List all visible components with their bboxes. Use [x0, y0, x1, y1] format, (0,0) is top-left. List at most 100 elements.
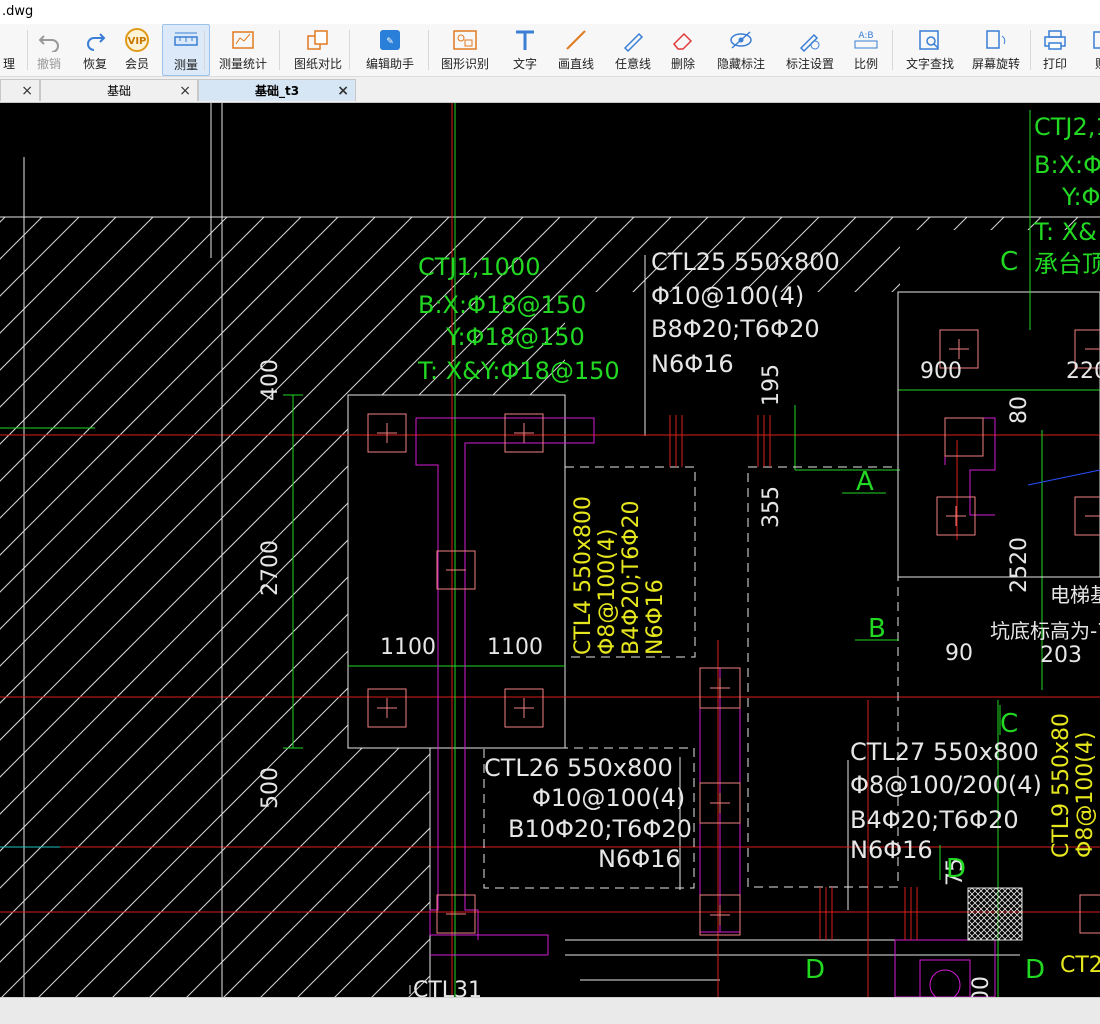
- toolbar-button-label: 画直线: [557, 57, 594, 71]
- toolbar-button-label: 打印: [1042, 57, 1067, 71]
- hatch-line: [0, 217, 197, 997]
- grid-marker-d-right: D: [1025, 955, 1045, 985]
- close-icon[interactable]: ×: [179, 80, 191, 102]
- cad-drawing[interactable]: 400 2700 500 1100 1100 195 355 900 220 8…: [0, 103, 1100, 997]
- elevator-line2: 坑底标高为-7.2: [990, 619, 1100, 643]
- toolbar-button-label: 测量统计: [218, 57, 267, 71]
- hatch-line: [0, 217, 900, 997]
- document-tab-bar: × 基础 × 基础_t3 ×: [0, 77, 1100, 103]
- compare-icon: [303, 26, 333, 54]
- shape-recognition-icon: [450, 26, 480, 54]
- ctj2-line4: T: X&: [1033, 218, 1097, 246]
- main-toolbar: 理 撤销 恢复 VIP 会员 测量 测量统计 图纸对比 ✎ 编辑助手 图形识别 文字 画直线 任意线 删除 隐…: [0, 24, 1100, 77]
- toolbar-button-shape-recognition[interactable]: 图形识别: [435, 24, 495, 74]
- account-icon: [1086, 26, 1100, 54]
- dim-900: 900: [920, 359, 962, 384]
- ctj1-line1: CTJ1,1000: [418, 253, 540, 281]
- svg-text:A:B: A:B: [858, 31, 873, 41]
- close-icon[interactable]: ×: [21, 80, 33, 102]
- annotation-ctl26: CTL26 550x800 Φ10@100(4) B10Φ20;T6Φ20 N6…: [484, 754, 692, 873]
- toolbar-button-compare[interactable]: 图纸对比: [285, 24, 351, 74]
- tab-label: 基础: [106, 84, 131, 98]
- grid-marker-b: B: [868, 614, 886, 644]
- toolbar-button-eraser[interactable]: 删除: [664, 24, 702, 74]
- toolbar-button-redo[interactable]: 恢复: [78, 24, 112, 74]
- annotation-settings-icon: [795, 26, 825, 54]
- dim-00: 00: [969, 976, 994, 997]
- grid-marker-a: A: [856, 467, 874, 497]
- toolbar-button-label: 标注设置: [785, 57, 834, 71]
- toolbar-button-hide-annotation[interactable]: 隐藏标注: [710, 24, 772, 74]
- ctl25-line2: Φ10@100(4): [651, 282, 804, 310]
- ctj1-line3: Y:Φ18@150: [445, 323, 585, 351]
- tab-unnamed[interactable]: ×: [0, 79, 40, 101]
- ctl25-line1: CTL25 550x800: [651, 248, 840, 276]
- annotation-ctj2: CTJ2,1 B:X:Φ Y:Φ T: X& 承台顶标: [1033, 113, 1100, 278]
- ctl4-line2: Φ8@100(4): [595, 529, 620, 655]
- toolbar-button-label: 删除: [670, 57, 695, 71]
- ctl26-line3: B10Φ20;T6Φ20: [508, 815, 692, 843]
- toolbar-button-label: 恢复: [82, 57, 107, 71]
- toolbar-button-rotate-screen[interactable]: 屏幕旋转: [968, 24, 1024, 74]
- toolbar-button-scale[interactable]: A:B 比例: [848, 24, 884, 74]
- close-icon[interactable]: ×: [337, 80, 349, 102]
- measure-stats-icon: [228, 26, 258, 54]
- ctj2-line3: Y:Φ: [1061, 183, 1100, 211]
- toolbar-button-vip[interactable]: VIP 会员: [118, 24, 156, 74]
- hatch-line: [0, 217, 567, 997]
- toolbar-button-text[interactable]: 文字: [505, 24, 545, 74]
- hatched-pile: [967, 887, 1023, 941]
- ct2-label: CT2: [1060, 953, 1100, 978]
- dim-355: 355: [759, 486, 784, 528]
- toolbar-button-measure-stats[interactable]: 测量统计: [210, 24, 276, 74]
- rotate-screen-icon: [981, 26, 1011, 54]
- ctl31-label: CTL31: [413, 978, 482, 997]
- annotation-ctj1: CTJ1,1000 B:X:Φ18@150 Y:Φ18@150 T: X&Y:Φ…: [417, 253, 620, 385]
- toolbar-button-freehand[interactable]: 任意线: [608, 24, 658, 74]
- scale-icon: A:B: [851, 26, 881, 54]
- red-axis-lines: [0, 103, 1100, 997]
- toolbar-button-edit-assistant[interactable]: ✎ 编辑助手: [357, 24, 423, 74]
- toolbar-button-measure[interactable]: 测量: [162, 24, 210, 76]
- toolbar-separator: [279, 30, 280, 70]
- tab-jichu[interactable]: 基础 ×: [40, 79, 198, 101]
- ctl27-line4: N6Φ16: [850, 836, 933, 864]
- toolbar-button-text-search[interactable]: 文字查找: [898, 24, 962, 74]
- ctl27-line2: Φ8@100/200(4): [850, 771, 1042, 799]
- toolbar-button-print[interactable]: 打印: [1036, 24, 1074, 74]
- toolbar-separator: [349, 30, 350, 70]
- grid-marker-c-top: C: [1000, 247, 1018, 277]
- ctl25-line4: N6Φ16: [651, 350, 734, 378]
- dim-1100-right: 1100: [487, 635, 543, 660]
- hatch-line: [35, 217, 937, 997]
- toolbar-button-annotation-settings[interactable]: 标注设置: [780, 24, 840, 74]
- toolbar-button-label: 文字: [512, 57, 537, 71]
- ctl27-line1: CTL27 550x800: [850, 738, 1039, 766]
- ctj2-line2: B:X:Φ: [1034, 151, 1100, 179]
- toolbar-button-label: 测量: [173, 58, 198, 72]
- hatch-line: [0, 217, 271, 997]
- dim-203: 203: [1040, 643, 1082, 668]
- outline-lines: [0, 103, 1100, 997]
- hatch-line: [0, 217, 493, 997]
- grid-marker-d-mid: D: [946, 854, 966, 884]
- toolbar-button-manage[interactable]: 理: [0, 24, 18, 74]
- toolbar-button-label: 屏幕旋转: [971, 57, 1020, 71]
- drawing-canvas[interactable]: 400 2700 500 1100 1100 195 355 900 220 8…: [0, 103, 1100, 997]
- status-bar: [0, 997, 1100, 1024]
- dim-90: 90: [945, 641, 973, 666]
- tab-jichu-t3[interactable]: 基础_t3 ×: [198, 79, 356, 101]
- hatch-line: [72, 217, 974, 997]
- line-icon: [561, 26, 591, 54]
- toolbar-button-account[interactable]: 账: [1086, 24, 1100, 74]
- ctl26-line4: N6Φ16: [598, 845, 681, 873]
- toolbar-button-line[interactable]: 画直线: [551, 24, 601, 74]
- toolbar-button-undo[interactable]: 撤销: [32, 24, 66, 74]
- hatch-line: [294, 217, 1100, 997]
- tab-label: 基础_t3: [254, 84, 300, 98]
- toolbar-button-label: 账: [1095, 55, 1100, 72]
- ctj2-line5: 承台顶标: [1034, 250, 1100, 278]
- undo-icon: [34, 26, 64, 54]
- hatch-line: [0, 217, 826, 997]
- toolbar-button-label: 比例: [853, 57, 878, 71]
